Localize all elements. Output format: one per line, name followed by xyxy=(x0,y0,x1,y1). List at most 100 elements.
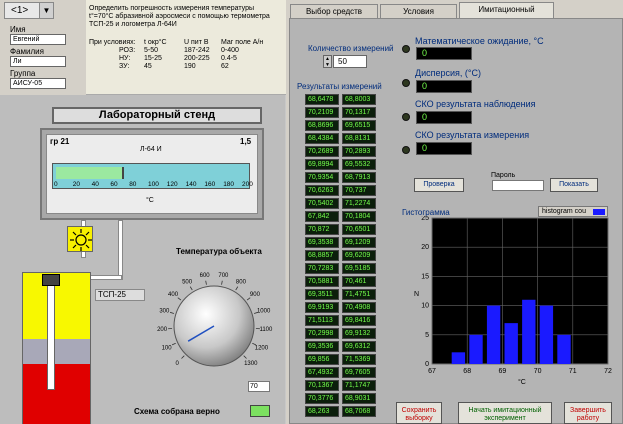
result-cell: 69,8416 xyxy=(342,315,376,326)
scale-tick-label: 200 xyxy=(242,181,253,188)
count-stepper[interactable]: ▲ ▼ xyxy=(323,55,332,68)
surname-label: Фамилия xyxy=(10,47,44,56)
results-label: Результаты измерений xyxy=(297,82,382,91)
name-label: Имя xyxy=(10,25,26,34)
scale-tick-label: 160 xyxy=(204,181,216,188)
dial-tick-mark xyxy=(177,297,182,301)
dial-tick-label: 0 xyxy=(176,361,180,367)
result-cell: 70,6501 xyxy=(342,224,376,235)
schema-status-led xyxy=(250,405,270,417)
result-cell: 68,263 xyxy=(305,406,339,417)
dial-tick-mark xyxy=(246,297,251,301)
histogram-ylabel: N xyxy=(414,291,419,298)
show-button[interactable]: Показать xyxy=(550,178,598,192)
result-cell: 71,1747 xyxy=(342,380,376,391)
dial-tick-label: 700 xyxy=(218,273,229,279)
result-cell: 71,4751 xyxy=(342,289,376,300)
dial-tick-label: 1200 xyxy=(255,345,269,351)
histogram-xlabel: °С xyxy=(518,378,526,386)
logometer-indicator xyxy=(56,167,124,179)
dial-tick-mark xyxy=(181,355,185,359)
result-cell: 69,3511 xyxy=(305,289,339,300)
result-cell: 69,9132 xyxy=(342,328,376,339)
stat-led xyxy=(402,45,410,53)
result-cell: 69,6209 xyxy=(342,250,376,261)
task-panel: Определить погрешность измерения темпера… xyxy=(86,0,286,95)
result-cell: 70,2893 xyxy=(342,146,376,157)
tab-operating-conditions[interactable]: Условия эксплуатации xyxy=(380,4,457,29)
result-cell: 69,5532 xyxy=(342,159,376,170)
result-cell: 71,2274 xyxy=(342,198,376,209)
x-tick-label: 70 xyxy=(534,368,542,375)
group-field[interactable]: АИСУ-05 xyxy=(10,78,66,89)
x-tick-label: 69 xyxy=(499,368,507,375)
result-cell: 69,8994 xyxy=(305,159,339,170)
dial-tick-label: 1100 xyxy=(259,327,273,333)
y-tick-label: 20 xyxy=(421,244,429,251)
result-cell: 69,6515 xyxy=(342,120,376,131)
variant-value: <1> xyxy=(11,5,29,16)
password-label: Пароль xyxy=(491,172,516,179)
dial-tick-mark xyxy=(171,342,176,346)
result-cell: 68,8131 xyxy=(342,133,376,144)
scale-tick-label: 180 xyxy=(223,181,235,188)
result-cell: 70,872 xyxy=(305,224,339,235)
sensor-name: ТСП-25 xyxy=(95,289,145,301)
result-cell: 70,2998 xyxy=(305,328,339,339)
histogram-bar xyxy=(451,352,466,364)
count-input[interactable]: 50 xyxy=(333,55,367,68)
result-cell: 71,5369 xyxy=(342,354,376,365)
finish-button[interactable]: Завершить работу xyxy=(564,402,612,424)
save-sample-button[interactable]: Сохранить выборку xyxy=(396,402,442,424)
tab-simulation[interactable]: Имитационный эксперимент xyxy=(459,2,554,27)
result-cell: 69,3536 xyxy=(305,341,339,352)
result-cell: 69,5185 xyxy=(342,263,376,274)
stat-led xyxy=(402,146,410,154)
result-cell: 69,1209 xyxy=(342,237,376,248)
dial-tick-label: 900 xyxy=(250,292,261,298)
result-cell: 68,7068 xyxy=(342,406,376,417)
sun-icon[interactable] xyxy=(67,226,93,252)
result-cell: 70,1317 xyxy=(342,107,376,118)
x-tick-label: 67 xyxy=(428,368,436,375)
temperature-value-field[interactable]: 70 xyxy=(248,381,270,392)
dial-tick-mark xyxy=(221,280,223,285)
temperature-knob[interactable]: 0 100 200 300 400 500 600 700 800 900 1000 1100 1200… xyxy=(148,254,280,382)
tab-instrument-selection[interactable]: Выбор средств измерения xyxy=(290,4,378,29)
scale-tick-label: 80 xyxy=(129,181,137,188)
logometer-unit: °С xyxy=(146,197,154,204)
dial-tick-label: 200 xyxy=(157,327,168,333)
scale-tick-label: 60 xyxy=(110,181,118,188)
result-cell: 68,8857 xyxy=(305,250,339,261)
check-button[interactable]: Проверка xyxy=(414,178,464,192)
legend-label: histogram cou xyxy=(542,208,586,215)
result-cell: 69,3538 xyxy=(305,237,339,248)
password-field[interactable] xyxy=(492,180,544,191)
dial-tick-mark xyxy=(243,355,247,359)
dial-tick-mark xyxy=(205,280,207,285)
stand-title: Лабораторный стенд xyxy=(52,107,262,124)
result-cell: 69,9193 xyxy=(305,302,339,313)
probe-head[interactable] xyxy=(42,274,60,286)
name-field[interactable]: Евгений xyxy=(10,34,66,45)
dial-tick-mark xyxy=(169,311,175,314)
result-cell: 68,4384 xyxy=(305,133,339,144)
surname-field[interactable]: Ли xyxy=(10,56,66,67)
dial-tick-label: 100 xyxy=(162,345,173,351)
dial-tick-mark xyxy=(189,286,193,291)
variance-value: 0 xyxy=(416,80,472,93)
tank-zone-hot xyxy=(23,364,90,424)
variant-dropdown-icon[interactable]: ▼ xyxy=(39,3,53,18)
dial-tick-label: 500 xyxy=(182,279,193,285)
meas-std-value: 0 xyxy=(416,142,472,155)
dial-tick-label: 800 xyxy=(236,279,247,285)
scale-tick-label: 40 xyxy=(91,181,99,188)
variant-selector[interactable]: <1> ▼ xyxy=(4,2,54,19)
result-cell: 70,1367 xyxy=(305,380,339,391)
histogram-bar xyxy=(557,334,571,364)
legend-swatch xyxy=(593,209,605,215)
tank-zone-middle xyxy=(23,339,90,364)
thermometer-probe[interactable] xyxy=(47,280,55,390)
start-experiment-button[interactable]: Начать имитационный эксперимент xyxy=(458,402,552,424)
group-label: Группа xyxy=(10,69,36,78)
